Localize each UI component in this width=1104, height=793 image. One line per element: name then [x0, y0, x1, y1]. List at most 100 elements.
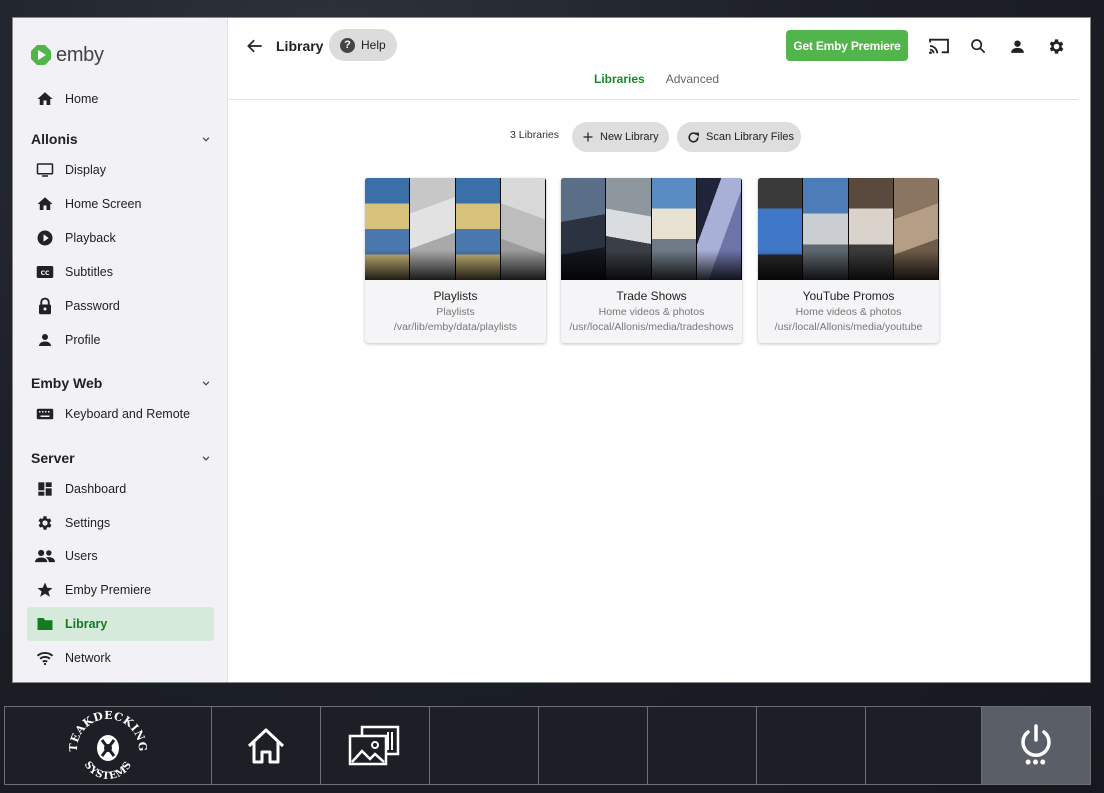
sidebar-item-keyboard-remote[interactable]: Keyboard and Remote [27, 397, 214, 431]
keyboard-icon [35, 404, 55, 424]
sidebar-item-password[interactable]: Password [27, 289, 214, 323]
page-title: Library [276, 38, 324, 54]
help-button[interactable]: ? Help [329, 29, 397, 61]
section-header-emby-web[interactable]: Emby Web [31, 373, 213, 393]
sidebar-item-playback[interactable]: Playback [27, 221, 214, 255]
library-thumbnail [561, 178, 742, 280]
sidebar-item-label: Library [65, 617, 108, 631]
media-gallery-button[interactable] [320, 706, 430, 785]
sidebar-item-label: Password [65, 299, 120, 313]
sidebar-item-settings[interactable]: Settings [27, 506, 214, 540]
chevron-down-icon [202, 456, 210, 461]
library-card-playlists[interactable]: Playlists Playlists /var/lib/emby/data/p… [365, 178, 546, 343]
new-library-button[interactable]: New Library [572, 122, 669, 152]
sidebar-item-profile[interactable]: Profile [27, 323, 214, 357]
taskbar-slot-empty[interactable] [865, 706, 982, 785]
section-title: Emby Web [31, 375, 103, 391]
emby-logo[interactable]: emby [30, 43, 104, 67]
person-icon [35, 330, 55, 350]
taskbar-slot-empty[interactable] [647, 706, 757, 785]
sidebar-item-display[interactable]: Display [27, 153, 214, 187]
sidebar-item-dashboard[interactable]: Dashboard [27, 472, 214, 506]
sidebar-item-label: Playback [65, 231, 116, 245]
teakdecking-logo-button[interactable]: TEAKDECKING SYSTEMS [4, 706, 212, 785]
user-button[interactable] [1006, 35, 1028, 57]
library-name: Trade Shows [616, 289, 687, 303]
get-premiere-button[interactable]: Get Emby Premiere [786, 30, 908, 61]
chevron-down-icon [202, 381, 210, 386]
help-icon: ? [340, 37, 355, 53]
gear-icon [35, 513, 55, 533]
new-library-label: New Library [600, 131, 659, 143]
sidebar: emby Home Allonis Display Home Screen Pl… [13, 18, 228, 682]
dashboard-icon [35, 479, 55, 499]
taskbar-slot-empty[interactable] [756, 706, 866, 785]
scan-library-label: Scan Library Files [706, 131, 795, 143]
help-label: Help [361, 38, 386, 52]
back-button[interactable] [245, 36, 265, 56]
library-type: Home videos & photos [795, 306, 902, 318]
svg-text:SYSTEMS: SYSTEMS [82, 759, 134, 781]
sidebar-item-label: Dashboard [65, 482, 127, 496]
library-thumbnail [758, 178, 939, 280]
home-button[interactable] [211, 706, 321, 785]
library-name: Playlists [433, 289, 478, 303]
sidebar-item-label: Emby Premiere [65, 583, 152, 597]
section-title: Server [31, 450, 75, 466]
arrow-left-icon [247, 39, 262, 53]
play-circle-icon [35, 228, 55, 248]
sidebar-item-home[interactable]: Home [27, 82, 214, 116]
star-icon [35, 580, 55, 600]
library-path: /usr/local/Allonis/media/tradeshows [569, 321, 734, 333]
tab-libraries[interactable]: Libraries [594, 72, 645, 86]
sidebar-item-library[interactable]: Library [27, 607, 214, 641]
sidebar-item-label: Users [65, 549, 98, 563]
library-path: /usr/local/Allonis/media/youtube [774, 321, 923, 333]
library-card-trade-shows[interactable]: Trade Shows Home videos & photos /usr/lo… [561, 178, 742, 343]
library-card-youtube-promos[interactable]: YouTube Promos Home videos & photos /usr… [758, 178, 939, 343]
plus-icon [582, 131, 594, 143]
search-button[interactable] [967, 35, 989, 57]
sidebar-item-label: Settings [65, 516, 111, 530]
section-header-server[interactable]: Server [31, 448, 213, 468]
emby-logo-icon [31, 45, 51, 65]
closed-caption-icon: CC [35, 262, 55, 282]
sidebar-item-network[interactable]: Network [27, 641, 214, 675]
teakdecking-logo: TEAKDECKING SYSTEMS [69, 710, 147, 782]
taskbar-slot-empty[interactable] [429, 706, 539, 785]
brand-name: emby [56, 43, 104, 66]
sidebar-item-label: Subtitles [65, 265, 113, 279]
scan-library-button[interactable]: Scan Library Files [677, 122, 801, 152]
svg-text:CC: CC [41, 270, 50, 277]
gear-icon [1049, 38, 1063, 54]
tab-bar: Libraries Advanced [594, 72, 719, 86]
sidebar-item-home-screen[interactable]: Home Screen [27, 187, 214, 221]
sidebar-item-emby-premiere[interactable]: Emby Premiere [27, 573, 214, 607]
refresh-icon [687, 131, 700, 144]
sidebar-item-label: Network [65, 651, 111, 665]
sidebar-item-label: Profile [65, 333, 101, 347]
library-thumbnail [365, 178, 546, 280]
search-icon [971, 39, 986, 54]
chevron-down-icon [202, 137, 210, 142]
sidebar-item-label: Display [65, 163, 106, 177]
section-header-allonis[interactable]: Allonis [31, 129, 213, 149]
section-title: Allonis [31, 131, 78, 147]
monitor-icon [35, 160, 55, 180]
settings-button[interactable] [1045, 35, 1067, 57]
home-icon [35, 194, 55, 214]
library-path: /var/lib/emby/data/playlists [393, 321, 518, 333]
emby-window: emby Home Allonis Display Home Screen Pl… [12, 17, 1091, 683]
sidebar-item-subtitles[interactable]: CC Subtitles [27, 255, 214, 289]
lock-icon [35, 296, 55, 316]
sidebar-item-label: Home [65, 92, 99, 106]
library-type: Home videos & photos [598, 306, 705, 318]
power-button[interactable]: ••• [981, 706, 1091, 785]
tab-advanced[interactable]: Advanced [666, 72, 719, 86]
cast-button[interactable] [928, 35, 950, 57]
wifi-icon [35, 648, 55, 668]
library-name: YouTube Promos [802, 289, 895, 303]
taskbar-slot-empty[interactable] [538, 706, 648, 785]
sidebar-item-users[interactable]: Users [27, 539, 214, 573]
library-type: Playlists [436, 306, 475, 318]
